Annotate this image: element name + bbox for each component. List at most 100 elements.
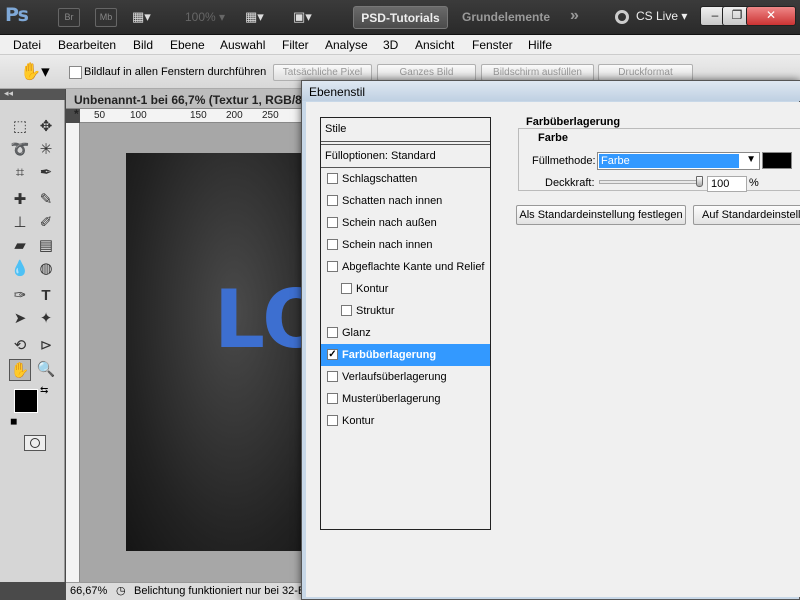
checkbox[interactable]: [341, 305, 352, 316]
clone-stamp-tool-icon[interactable]: ⊥: [9, 212, 31, 234]
eyedropper-tool-icon[interactable]: ✒: [35, 162, 57, 184]
more-workspaces-icon[interactable]: »: [570, 7, 579, 25]
extras-menu-icon[interactable]: ▦▾: [132, 9, 166, 27]
make-default-button[interactable]: Als Standardeinstellung festlegen: [516, 205, 686, 225]
default-colors-icon[interactable]: ◼: [10, 416, 17, 427]
checkbox[interactable]: [327, 217, 338, 228]
workspace-psd-tutorials-button[interactable]: PSD-Tutorials: [353, 6, 448, 29]
screen-mode-icon[interactable]: ▣▾: [293, 9, 312, 25]
style-item[interactable]: Struktur: [321, 300, 490, 322]
styles-header[interactable]: Stile: [321, 118, 490, 141]
style-item[interactable]: Glanz: [321, 322, 490, 344]
3d-rotate-tool-icon[interactable]: ⟲: [9, 335, 31, 357]
scroll-all-windows-checkbox[interactable]: [69, 66, 82, 79]
brush-tool-icon[interactable]: ✎: [35, 189, 57, 211]
magic-wand-tool-icon[interactable]: ✳: [35, 139, 57, 161]
opacity-input[interactable]: 100: [707, 176, 747, 192]
fit-screen-button[interactable]: Ganzes Bild: [377, 64, 476, 81]
checkbox[interactable]: [327, 415, 338, 426]
workspace-grundelemente-button[interactable]: Grundelemente: [451, 6, 561, 29]
document-tab[interactable]: Unbenannt-1 bei 66,7% (Textur 1, RGB/8) …: [66, 89, 306, 121]
hand-tool-icon[interactable]: ✋: [9, 359, 31, 381]
menu-bild[interactable]: Bild: [133, 38, 153, 52]
dialog-title: Ebenenstil: [309, 85, 366, 99]
zoom-level-select[interactable]: 100% ▾: [185, 10, 225, 24]
menu-datei[interactable]: Datei: [13, 38, 41, 52]
style-item[interactable]: Schein nach innen: [321, 234, 490, 256]
menu-analyse[interactable]: Analyse: [325, 38, 368, 52]
style-item-label: Farbüberlagerung: [342, 349, 437, 361]
lasso-tool-icon[interactable]: ➰: [9, 139, 31, 161]
print-size-button[interactable]: Druckformat: [598, 64, 693, 81]
cs-live-menu[interactable]: CS Live ▾: [636, 9, 687, 23]
document-canvas[interactable]: LO: [126, 153, 330, 551]
menu-ebene[interactable]: Ebene: [170, 38, 205, 52]
type-tool-icon[interactable]: T: [35, 285, 57, 307]
style-item[interactable]: Schlagschatten: [321, 168, 490, 190]
menu-bearbeiten[interactable]: Bearbeiten: [58, 38, 116, 52]
checkbox[interactable]: [327, 393, 338, 404]
swap-colors-icon[interactable]: ⇆: [40, 385, 48, 396]
section-title: Farbüberlagerung: [526, 116, 621, 128]
checkbox[interactable]: [327, 195, 338, 206]
menu-ansicht[interactable]: Ansicht: [415, 38, 454, 52]
style-item[interactable]: Abgeflachte Kante und Relief: [321, 256, 490, 278]
crop-tool-icon[interactable]: ⌗: [9, 162, 31, 184]
dialog-titlebar[interactable]: Ebenenstil: [302, 81, 800, 101]
blend-mode-select[interactable]: Farbe ▼: [597, 152, 760, 170]
checkbox[interactable]: [341, 283, 352, 294]
blend-mode-label: Füllmethode:: [532, 155, 596, 167]
opacity-slider[interactable]: [599, 180, 702, 184]
checkbox[interactable]: [327, 327, 338, 338]
pen-tool-icon[interactable]: ✑: [9, 285, 31, 307]
status-info-icon[interactable]: ◷: [116, 584, 126, 597]
style-item[interactable]: Verlaufsüberlagerung: [321, 366, 490, 388]
opacity-slider-handle[interactable]: [696, 176, 703, 187]
checkbox-checked[interactable]: ✓: [327, 349, 338, 360]
zoom-tool-icon[interactable]: 🔍: [35, 359, 57, 381]
style-item-label: Schein nach außen: [342, 217, 437, 229]
history-brush-tool-icon[interactable]: ✐: [35, 212, 57, 234]
eraser-tool-icon[interactable]: ▰: [9, 235, 31, 257]
foreground-color-swatch[interactable]: [14, 389, 38, 413]
overlay-color-swatch[interactable]: [762, 152, 792, 169]
gradient-tool-icon[interactable]: ▤: [35, 235, 57, 257]
mini-bridge-button[interactable]: Mb: [95, 8, 117, 27]
custom-shape-tool-icon[interactable]: ✦: [35, 308, 57, 330]
style-item[interactable]: Musterüberlagerung: [321, 388, 490, 410]
checkbox[interactable]: [327, 261, 338, 272]
checkbox[interactable]: [327, 239, 338, 250]
menu-auswahl[interactable]: Auswahl: [220, 38, 265, 52]
path-selection-tool-icon[interactable]: ➤: [9, 308, 31, 330]
collapse-panel-icon[interactable]: ◂◂: [4, 88, 13, 99]
3d-camera-tool-icon[interactable]: ⊳: [35, 335, 57, 357]
style-item[interactable]: Schein nach außen: [321, 212, 490, 234]
checkbox[interactable]: [327, 173, 338, 184]
arrange-documents-icon[interactable]: ▦▾: [245, 9, 264, 25]
reset-default-button[interactable]: Auf Standardeinstellu: [693, 205, 800, 225]
quick-mask-icon[interactable]: [24, 435, 46, 451]
blur-tool-icon[interactable]: 💧: [9, 258, 31, 280]
bridge-button[interactable]: Br: [58, 8, 80, 27]
actual-pixels-button[interactable]: Tatsächliche Pixel: [273, 64, 372, 81]
menu-3d[interactable]: 3D: [383, 38, 398, 52]
scroll-all-windows-label: Bildlauf in allen Fenstern durchführen: [84, 66, 267, 78]
fill-screen-button[interactable]: Bildschirm ausfüllen: [481, 64, 594, 81]
close-button[interactable]: ✕: [746, 6, 796, 26]
menu-fenster[interactable]: Fenster: [472, 38, 513, 52]
tools-panel-header[interactable]: ◂◂: [0, 88, 65, 100]
marquee-tool-icon[interactable]: ⬚: [9, 116, 31, 138]
style-item[interactable]: Kontur: [321, 410, 490, 432]
dodge-tool-icon[interactable]: ◍: [35, 258, 57, 280]
style-item[interactable]: ✓ Farbüberlagerung: [321, 344, 490, 366]
zoom-percent[interactable]: 66,67%: [70, 585, 107, 597]
checkbox[interactable]: [327, 371, 338, 382]
menu-filter[interactable]: Filter: [282, 38, 309, 52]
hand-tool-preset-icon[interactable]: ✋▾: [20, 62, 50, 82]
menu-hilfe[interactable]: Hilfe: [528, 38, 552, 52]
fill-options-item[interactable]: Fülloptionen: Standard: [321, 145, 490, 167]
healing-brush-tool-icon[interactable]: ✚: [9, 189, 31, 211]
style-item[interactable]: Schatten nach innen: [321, 190, 490, 212]
move-tool-icon[interactable]: ✥: [35, 116, 57, 138]
style-item[interactable]: Kontur: [321, 278, 490, 300]
